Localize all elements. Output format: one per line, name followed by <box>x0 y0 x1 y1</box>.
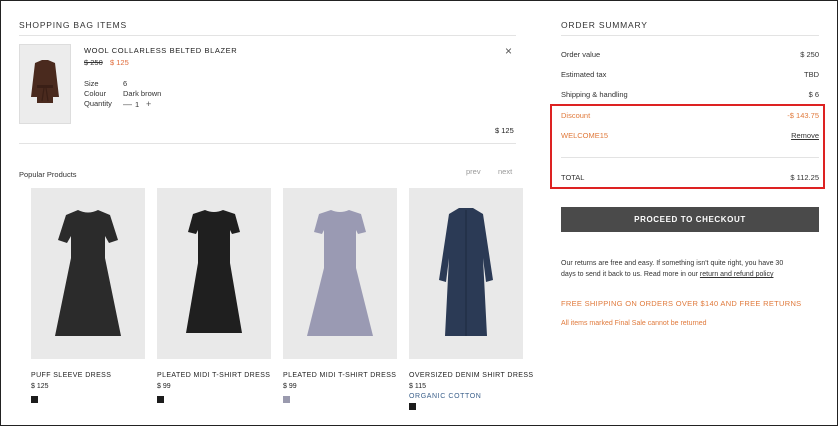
carousel-prev-button[interactable]: prev <box>466 167 481 176</box>
remove-item-close-icon[interactable]: × <box>505 44 512 58</box>
color-swatch[interactable] <box>409 403 416 410</box>
final-sale-notice: All items marked Final Sale cannot be re… <box>561 320 707 327</box>
returns-text-2: days to send it back to us. Read more in… <box>561 271 698 278</box>
product-price: $ 99 <box>157 383 171 390</box>
carousel-next-button[interactable]: next <box>498 167 512 176</box>
divider <box>561 35 819 36</box>
order-value-label: Order value <box>561 50 601 59</box>
product-name[interactable]: OVERSIZED DENIM SHIRT DRESS <box>409 372 533 379</box>
product-card[interactable]: OVERSIZED DENIM SHIRT DRESS $ 115 ORGANI… <box>409 188 533 410</box>
product-name[interactable]: PLEATED MIDI T-SHIRT DRESS <box>157 372 271 379</box>
proceed-to-checkout-button[interactable]: PROCEED TO CHECKOUT <box>561 207 819 232</box>
colour-value: Dark brown <box>123 89 162 98</box>
product-image[interactable] <box>31 188 145 359</box>
item-original-price: $ 250 <box>84 58 103 67</box>
shopping-bag-section: SHOPPING BAG ITEMS WOOL COLLARLESS BELTE… <box>19 0 533 426</box>
product-card[interactable]: PLEATED MIDI T-SHIRT DRESS $ 99 <box>157 188 271 403</box>
color-swatch[interactable] <box>283 396 290 403</box>
shipping-label: Shipping & handling <box>561 90 628 99</box>
popular-products-title: Popular Products <box>19 170 77 179</box>
returns-info: Our returns are free and easy. If someth… <box>561 258 811 280</box>
product-price: $ 115 <box>409 383 426 390</box>
colour-label: Colour <box>84 89 107 98</box>
quantity-increase-button[interactable]: + <box>146 99 151 109</box>
product-card[interactable]: PLEATED MIDI T-SHIRT DRESS $ 99 <box>283 188 397 403</box>
item-name[interactable]: WOOL COLLARLESS BELTED BLAZER <box>84 46 237 55</box>
bag-title: SHOPPING BAG ITEMS <box>19 20 127 30</box>
tax-label: Estimated tax <box>561 70 607 79</box>
color-swatch[interactable] <box>31 396 38 403</box>
product-card[interactable]: PUFF SLEEVE DRESS $ 125 <box>31 188 145 403</box>
size-value: 6 <box>123 79 128 88</box>
product-name[interactable]: PUFF SLEEVE DRESS <box>31 372 145 379</box>
product-price: $ 99 <box>283 383 297 390</box>
quantity-label: Quantity <box>84 99 112 108</box>
free-shipping-notice: FREE SHIPPING ON ORDERS OVER $140 AND FR… <box>561 299 802 308</box>
quantity-value[interactable]: 1 <box>135 100 139 109</box>
quantity-decrease-button[interactable]: — <box>123 99 132 109</box>
return-policy-link[interactable]: return and refund policy <box>700 271 774 278</box>
shipping-value: $ 6 <box>808 90 819 99</box>
product-name[interactable]: PLEATED MIDI T-SHIRT DRESS <box>283 372 397 379</box>
blazer-image[interactable] <box>19 44 71 124</box>
product-image[interactable] <box>157 188 271 359</box>
returns-text-1: Our returns are free and easy. If someth… <box>561 260 784 267</box>
product-price: $ 125 <box>31 383 49 390</box>
product-image[interactable] <box>409 188 523 359</box>
color-swatch[interactable] <box>157 396 164 403</box>
order-value: $ 250 <box>800 50 819 59</box>
divider <box>19 35 516 36</box>
item-total: $ 125 <box>495 126 514 135</box>
item-sale-price: $ 125 <box>110 58 129 67</box>
divider <box>19 143 516 144</box>
product-tag: ORGANIC COTTON <box>409 393 482 400</box>
tax-value: TBD <box>804 70 819 79</box>
order-summary-section: ORDER SUMMARY Order value $ 250 Estimate… <box>561 0 819 426</box>
shipping-row: Shipping & handling $ 6 <box>561 90 819 99</box>
size-label: Size <box>84 79 99 88</box>
product-image[interactable] <box>283 188 397 359</box>
discount-highlight-box <box>550 104 825 189</box>
order-value-row: Order value $ 250 <box>561 50 819 59</box>
tax-row: Estimated tax TBD <box>561 70 819 79</box>
summary-title: ORDER SUMMARY <box>561 20 648 30</box>
